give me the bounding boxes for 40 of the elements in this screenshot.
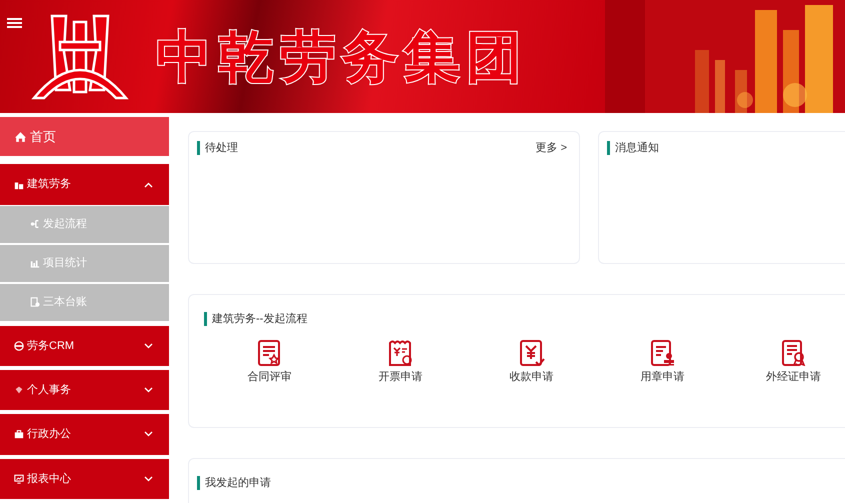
card-title: 消息通知: [615, 140, 659, 156]
card-title: 待处理: [205, 141, 238, 156]
sidebar-item[interactable]: 行政办公: [0, 414, 169, 455]
menu-icon[interactable]: [7, 16, 23, 30]
sidebar-item[interactable]: 个人事务: [0, 370, 169, 410]
more-link[interactable]: 更多 >: [536, 140, 567, 156]
workflow-action[interactable]: 合同评审: [204, 340, 335, 385]
chevron-down-icon: [144, 476, 153, 482]
briefcase-icon: [14, 429, 24, 440]
banner-title: 中乾劳务集团: [156, 26, 528, 88]
accent-bar: [607, 141, 610, 156]
stamp-document-icon: [650, 340, 676, 366]
card-title: 我发起的申请: [205, 476, 271, 491]
receipt-icon: [388, 340, 414, 366]
sidebar-item[interactable]: 建筑劳务: [0, 164, 169, 205]
sidebar-item[interactable]: 首页: [0, 117, 169, 156]
sidebar-item[interactable]: 报表中心: [0, 458, 169, 499]
bar-chart-icon: [30, 258, 40, 268]
accent-bar: [197, 141, 200, 156]
building-icon: [14, 180, 24, 190]
sidebar-item[interactable]: 劳务CRM: [0, 326, 169, 366]
card-title: 建筑劳务--发起流程: [212, 312, 308, 327]
workflow-action[interactable]: 用章申请: [597, 340, 728, 385]
chevron-up-icon: [144, 182, 153, 188]
monitor-icon: [14, 474, 24, 484]
chevron-down-icon: [144, 342, 153, 349]
chevron-down-icon: [144, 387, 153, 394]
document-icon: [30, 297, 40, 308]
home-icon: [14, 130, 27, 144]
gem-icon: [14, 385, 24, 396]
yen-check-icon: [518, 340, 544, 366]
flow-icon: [30, 219, 40, 230]
workflow-action[interactable]: 收款申请: [466, 340, 597, 385]
certificate-icon: [780, 340, 806, 366]
workflow-action[interactable]: 外经证申请: [728, 340, 845, 385]
accent-bar: [197, 476, 200, 490]
logo-icon: [30, 12, 130, 102]
chevron-down-icon: [144, 431, 153, 438]
accent-bar: [204, 312, 207, 326]
workflow-action[interactable]: 开票申请: [335, 340, 466, 385]
